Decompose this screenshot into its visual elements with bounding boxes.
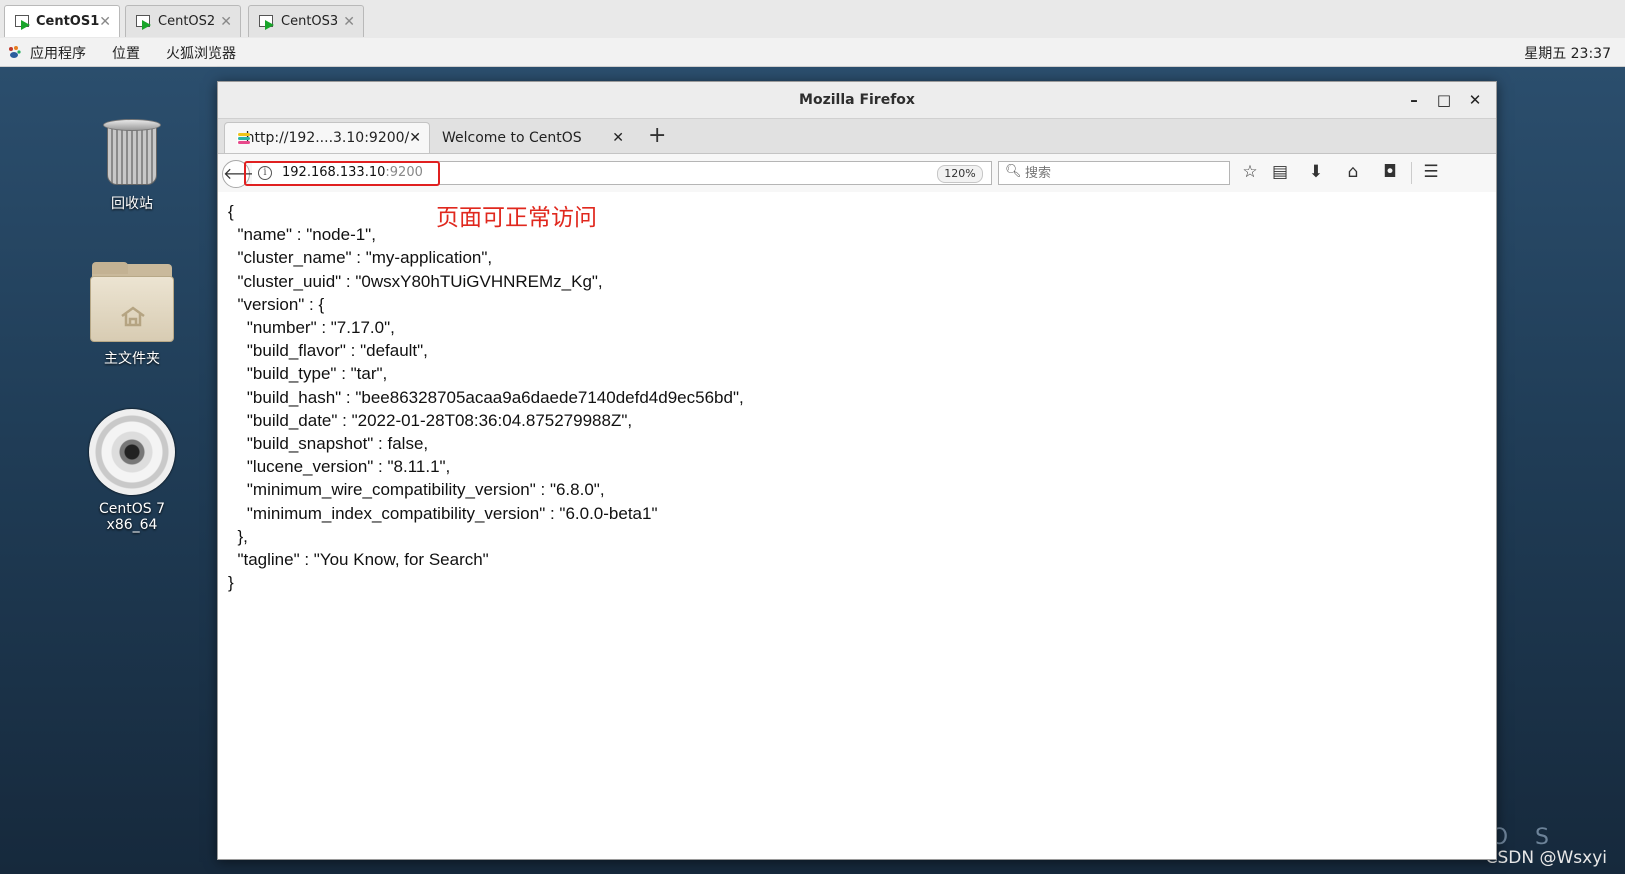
window-titlebar[interactable]: Mozilla Firefox – □ ✕ [218,82,1496,119]
maximize-icon[interactable]: □ [1431,82,1457,118]
close-icon[interactable]: ✕ [1462,82,1488,118]
browser-tab-welcome[interactable]: Welcome to CentOS ✕ [432,122,632,153]
vm-tab-strip: CentOS1 ✕ CentOS2 ✕ CentOS3 ✕ [0,0,1625,39]
desktop-icon-label: CentOS 7 x86_64 [98,501,165,533]
clock[interactable]: 星期五 23:37 [1524,43,1611,63]
minimize-icon[interactable]: – [1401,82,1427,118]
search-input[interactable] [1023,164,1227,183]
vm-tab-centos1[interactable]: CentOS1 ✕ [4,5,120,37]
vm-play-icon [15,14,30,30]
pocket-icon[interactable]: ◘ [1379,162,1401,182]
firefox-window: Mozilla Firefox – □ ✕ http://192....3.10… [217,81,1497,860]
disc-icon [89,409,175,495]
close-icon[interactable]: ✕ [220,14,232,30]
gnome-top-bar: 应用程序 位置 火狐浏览器 星期五 23:37 [0,38,1625,67]
gnome-foot-icon [9,46,21,58]
vm-tab-centos2[interactable]: CentOS2 ✕ [125,5,241,37]
desktop-icon-label: 回收站 [111,196,153,212]
close-icon[interactable]: ✕ [612,130,624,146]
trash-icon [103,119,161,187]
watermark: CSDN @Wsxyi [1485,848,1607,868]
close-icon[interactable]: ✕ [409,130,421,146]
close-icon[interactable]: ✕ [343,14,355,30]
home-icon[interactable]: ⌂ [1342,162,1364,182]
desktop-icon-home[interactable]: 主文件夹 [72,262,192,368]
tab-label: http://192....3.10:9200/ [245,130,410,146]
page-content: { "name" : "node-1", "cluster_name" : "m… [218,192,1496,859]
bookmarks-library-icon[interactable]: ▤ [1269,162,1291,182]
desktop-icon-label: 主文件夹 [104,351,160,367]
new-tab-button[interactable]: + [648,122,666,150]
tab-label: Welcome to CentOS [442,129,582,146]
search-bar[interactable]: 🔍︎ [998,161,1230,185]
elastic-favicon-icon [237,131,250,145]
json-response: { "name" : "node-1", "cluster_name" : "m… [228,202,744,593]
hamburger-menu-icon[interactable]: ☰ [1420,162,1442,182]
search-icon: 🔍︎ [1005,164,1022,179]
navigation-toolbar: 🡐 i 192.168.133.10:9200 120% ↻ 🔍︎ ☆ ▤ ⬇ … [218,154,1496,193]
browser-tab-elasticsearch[interactable]: http://192....3.10:9200/ ✕ [224,122,430,153]
vm-tab-label: CentOS2 [158,14,216,29]
desktop-icon-trash[interactable]: 回收站 [72,119,192,213]
vm-play-icon [259,14,275,30]
vm-tab-centos3[interactable]: CentOS3 ✕ [248,5,364,37]
annotation-text: 页面可正常访问 [436,205,597,231]
vm-tab-label: CentOS1 [35,14,100,29]
vm-play-icon [136,14,152,30]
vm-tab-label: CentOS3 [281,14,339,29]
close-icon[interactable]: ✕ [99,14,111,30]
home-folder-icon [90,262,174,342]
download-icon[interactable]: ⬇ [1305,162,1327,182]
desktop-wallpaper-text: O S [1490,825,1559,850]
menu-firefox[interactable]: 火狐浏览器 [166,43,236,63]
zoom-indicator[interactable]: 120% [937,165,983,183]
browser-tab-strip: http://192....3.10:9200/ ✕ Welcome to Ce… [218,119,1496,154]
bookmark-star-icon[interactable]: ☆ [1239,162,1261,182]
url-highlight-box [244,161,440,186]
window-title: Mozilla Firefox [799,92,915,108]
menu-places[interactable]: 位置 [112,43,140,63]
desktop-icon-disc[interactable]: CentOS 7 x86_64 [72,409,192,533]
menu-applications[interactable]: 应用程序 [30,43,86,63]
toolbar-separator [1411,162,1412,184]
